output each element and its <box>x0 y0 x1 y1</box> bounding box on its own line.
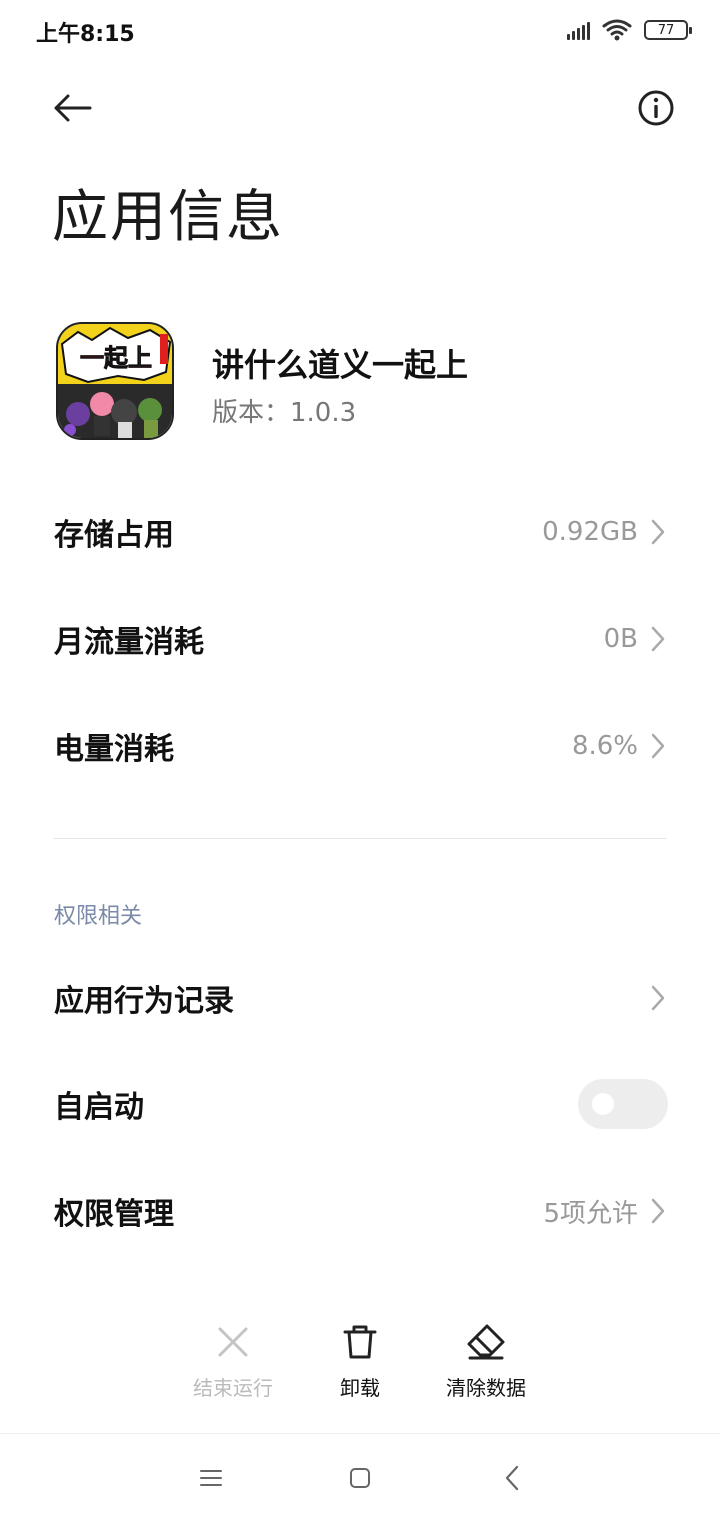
nav-back-button[interactable] <box>492 1458 532 1498</box>
battery-usage-label: 电量消耗 <box>54 732 174 767</box>
permission-manage-label: 权限管理 <box>54 1197 174 1232</box>
autostart-toggle[interactable] <box>578 1079 668 1129</box>
wifi-icon <box>602 19 632 41</box>
storage-label: 存储占用 <box>54 518 174 553</box>
force-stop-button[interactable]: 结束运行 <box>173 1322 293 1406</box>
data-usage-value: 0B <box>603 624 638 654</box>
arrow-left-icon <box>54 94 92 122</box>
data-usage-row[interactable]: 月流量消耗 0B <box>54 604 668 674</box>
trash-icon <box>340 1322 380 1362</box>
page-title: 应用信息 <box>52 185 284 250</box>
clear-data-label: 清除数据 <box>446 1376 526 1400</box>
section-divider <box>54 838 666 839</box>
chevron-right-icon <box>648 518 668 546</box>
autostart-row: 自启动 <box>54 1069 668 1139</box>
battery-usage-row[interactable]: 电量消耗 8.6% <box>54 711 668 781</box>
eraser-icon <box>466 1322 506 1362</box>
close-icon <box>213 1322 253 1362</box>
battery-level: 77 <box>657 22 675 38</box>
status-bar: 上午8:15 77 <box>0 0 720 60</box>
autostart-label: 自启动 <box>54 1090 144 1125</box>
app-name: 讲什么道义一起上 <box>212 346 469 384</box>
app-version: 版本：1.0.3 <box>212 398 357 428</box>
app-icon-lettering: 一起上 <box>80 344 152 372</box>
uninstall-button[interactable]: 卸载 <box>300 1322 420 1406</box>
clear-data-button[interactable]: 清除数据 <box>426 1322 546 1406</box>
storage-row[interactable]: 存储占用 0.92GB <box>54 497 668 567</box>
behavior-log-label: 应用行为记录 <box>54 984 234 1019</box>
chevron-right-icon <box>648 732 668 760</box>
app-card: 一起上 讲什么道义一起上 版本：1.0.3 <box>56 322 676 444</box>
info-icon <box>638 90 674 126</box>
info-button[interactable] <box>634 86 678 130</box>
force-stop-label: 结束运行 <box>193 1376 273 1400</box>
chevron-right-icon <box>648 1197 668 1225</box>
chevron-right-icon <box>648 984 668 1012</box>
permission-manage-row[interactable]: 权限管理 5项允许 <box>54 1176 668 1246</box>
back-button[interactable] <box>48 86 96 130</box>
permissions-section-title: 权限相关 <box>54 904 143 929</box>
toggle-knob <box>592 1093 614 1115</box>
signal-icon <box>567 20 590 40</box>
chevron-right-icon <box>648 625 668 653</box>
battery-icon: 77 <box>644 20 692 40</box>
data-usage-label: 月流量消耗 <box>54 625 204 660</box>
status-icons: 77 <box>567 16 692 44</box>
menu-button[interactable] <box>191 1458 231 1498</box>
permission-manage-value: 5项允许 <box>543 1198 638 1229</box>
status-time: 上午8:15 <box>36 22 135 47</box>
home-button[interactable] <box>340 1458 380 1498</box>
behavior-log-row[interactable]: 应用行为记录 <box>54 963 668 1033</box>
app-icon: 一起上 <box>56 322 174 440</box>
bottom-actions: 结束运行 卸载 清除数据 <box>0 1322 720 1406</box>
battery-usage-value: 8.6% <box>571 731 638 761</box>
storage-value: 0.92GB <box>542 517 638 547</box>
home-icon <box>350 1468 370 1488</box>
uninstall-label: 卸载 <box>340 1376 380 1400</box>
back-icon <box>505 1465 519 1491</box>
nav-bar <box>0 1434 720 1520</box>
menu-icon <box>200 1470 222 1486</box>
